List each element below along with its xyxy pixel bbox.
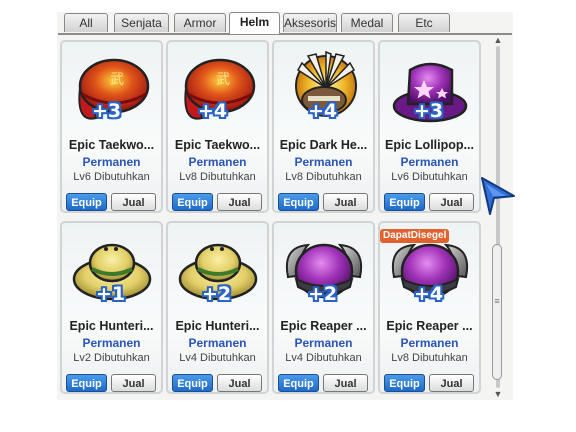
item-duration: Permanen xyxy=(294,155,353,169)
equip-button[interactable]: Equip xyxy=(384,193,425,211)
item-name: Epic Hunteri... xyxy=(69,319,154,333)
enhance-level: +4 xyxy=(308,100,338,122)
item-duration: Permanen xyxy=(188,155,247,169)
item-card[interactable]: 武 +4 Epic Taekwo... Permanen Lv8 Dibutuh… xyxy=(166,40,269,213)
item-requirement: Lv6 Dibutuhkan xyxy=(391,171,468,183)
scroll-down-arrow-icon[interactable]: ▼ xyxy=(493,390,503,399)
item-name: Epic Reaper ... xyxy=(280,319,367,333)
sell-button[interactable]: Jual xyxy=(429,374,474,392)
cursor-arrow-icon xyxy=(480,176,516,221)
item-requirement: Lv4 Dibutuhkan xyxy=(285,352,362,364)
sell-button[interactable]: Jual xyxy=(111,193,156,211)
item-requirement: Lv8 Dibutuhkan xyxy=(179,171,256,183)
item-card[interactable]: +1 Epic Hunteri... Permanen Lv2 Dibutuhk… xyxy=(60,221,163,394)
tab-medal[interactable]: Medal xyxy=(341,13,393,32)
enhance-level: +3 xyxy=(92,100,122,122)
scroll-thumb[interactable]: ≡ xyxy=(492,244,502,380)
item-requirement: Lv8 Dibutuhkan xyxy=(285,171,362,183)
item-name: Epic Dark He... xyxy=(279,138,368,152)
sell-button[interactable]: Jual xyxy=(429,193,474,211)
scroll-up-arrow-icon[interactable]: ▲ xyxy=(493,36,503,45)
enhance-level: +1 xyxy=(96,283,126,305)
equip-button[interactable]: Equip xyxy=(66,193,107,211)
equip-button[interactable]: Equip xyxy=(278,193,319,211)
tab-aksesoris[interactable]: Aksesoris xyxy=(283,13,337,32)
tab-etc[interactable]: Etc xyxy=(398,13,450,32)
grip-icon: ≡ xyxy=(494,296,500,306)
item-name: Epic Lollipop... xyxy=(385,138,474,152)
item-card[interactable]: +2 Epic Reaper ... Permanen Lv4 Dibutuhk… xyxy=(272,221,375,394)
item-name: Epic Reaper ... xyxy=(386,319,473,333)
category-tabs: All Senjata Armor Helm Aksesoris Medal E… xyxy=(58,12,512,35)
item-card[interactable]: +2 Epic Hunteri... Permanen Lv4 Dibutuhk… xyxy=(166,221,269,394)
item-name: Epic Taekwo... xyxy=(68,138,155,152)
item-duration: Permanen xyxy=(188,336,247,350)
enhance-level: +4 xyxy=(198,100,228,122)
item-card[interactable]: 武 +3 Epic Taekwo... Permanen Lv6 Dibutuh… xyxy=(60,40,163,213)
enhance-level: +3 xyxy=(414,100,444,122)
tab-armor[interactable]: Armor xyxy=(174,13,226,32)
item-requirement: Lv4 Dibutuhkan xyxy=(179,352,256,364)
item-card[interactable]: +4 Epic Reaper ... Permanen Lv8 Dibutuhk… xyxy=(378,221,481,394)
item-requirement: Lv8 Dibutuhkan xyxy=(391,352,468,364)
tab-all[interactable]: All xyxy=(64,13,108,32)
item-requirement: Lv6 Dibutuhkan xyxy=(73,171,150,183)
item-name: Epic Hunteri... xyxy=(175,319,260,333)
equip-button[interactable]: Equip xyxy=(278,374,319,392)
enhance-level: +4 xyxy=(414,283,444,305)
item-duration: Permanen xyxy=(294,336,353,350)
sell-button[interactable]: Jual xyxy=(217,193,262,211)
tab-helm[interactable]: Helm xyxy=(229,12,280,34)
sell-button[interactable]: Jual xyxy=(323,193,368,211)
item-duration: Permanen xyxy=(82,155,141,169)
equip-button[interactable]: Equip xyxy=(172,193,213,211)
item-card[interactable]: +3 Epic Lollipop... Permanen Lv6 Dibutuh… xyxy=(378,40,481,213)
item-name: Epic Taekwo... xyxy=(174,138,261,152)
sell-button[interactable]: Jual xyxy=(217,374,262,392)
enhance-level: +2 xyxy=(308,283,338,305)
tab-senjata[interactable]: Senjata xyxy=(114,13,169,32)
equip-button[interactable]: Equip xyxy=(66,374,107,392)
svg-text:武: 武 xyxy=(110,72,124,88)
equip-button[interactable]: Equip xyxy=(172,374,213,392)
enhance-level: +2 xyxy=(202,283,232,305)
item-duration: Permanen xyxy=(400,336,459,350)
item-duration: Permanen xyxy=(82,336,141,350)
equip-button[interactable]: Equip xyxy=(384,374,425,392)
sell-button[interactable]: Jual xyxy=(111,374,156,392)
sealable-badge: DapatDisegel xyxy=(380,229,450,243)
item-card[interactable]: +4 Epic Dark He... Permanen Lv8 Dibutuhk… xyxy=(272,40,375,213)
svg-text:武: 武 xyxy=(216,72,230,88)
sell-button[interactable]: Jual xyxy=(323,374,368,392)
item-requirement: Lv2 Dibutuhkan xyxy=(73,352,150,364)
item-duration: Permanen xyxy=(400,155,459,169)
